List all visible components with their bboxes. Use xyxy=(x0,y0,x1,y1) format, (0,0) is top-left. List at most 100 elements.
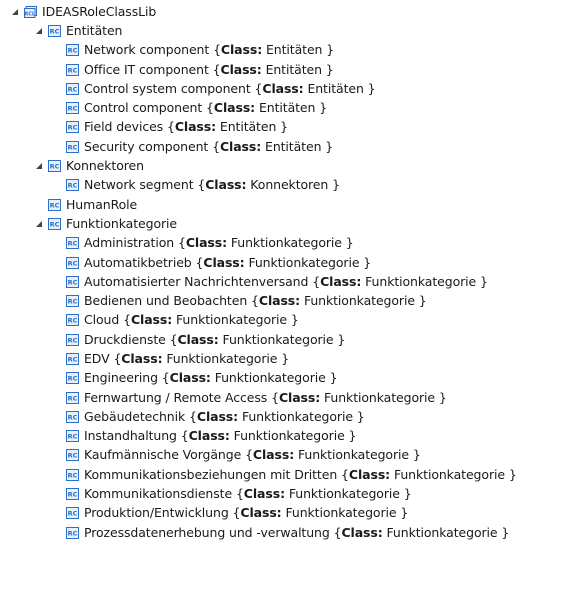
expand-collapse-toggle-icon[interactable] xyxy=(34,217,44,231)
class-brace-open: { xyxy=(166,119,175,135)
role-class-icon: RC xyxy=(66,237,79,250)
role-class-tree: RCL IDEASRoleClassLib RC Entitäten RC Network… xyxy=(0,2,568,542)
svg-text:RC: RC xyxy=(68,529,78,537)
parent-class-name: Funktionkategorie } xyxy=(303,293,427,309)
parent-class-name: Funktionkategorie } xyxy=(288,486,412,502)
role-class-icon: RC xyxy=(66,333,79,346)
tree-node-role-class[interactable]: RC Control system component {Class: Entit… xyxy=(0,79,568,98)
tree-node-group[interactable]: RC HumanRole xyxy=(0,195,568,214)
svg-text:RC: RC xyxy=(68,278,78,286)
parent-class-name: Entitäten } xyxy=(258,100,328,116)
expand-collapse-toggle-icon[interactable] xyxy=(34,24,44,38)
tree-node-group[interactable]: RC Entitäten xyxy=(0,21,568,40)
svg-text:RC: RC xyxy=(68,105,78,113)
group-label: Konnektoren xyxy=(66,158,144,174)
tree-node-role-class[interactable]: RC Field devices {Class: Entitäten } xyxy=(0,118,568,137)
role-class-label: Field devices {Class: Entitäten } xyxy=(84,119,288,135)
role-class-name: Automatikbetrieb xyxy=(84,254,196,270)
role-class-icon: RC xyxy=(66,102,79,115)
role-class-name: Instandhaltung xyxy=(84,428,181,444)
parent-class-name: Funktionkategorie } xyxy=(176,312,299,328)
role-class-name: Fernwartung / Remote Access xyxy=(84,389,272,405)
role-class-icon: RC xyxy=(66,82,79,95)
tree-node-role-class[interactable]: RC Control component {Class: Entitäten } xyxy=(0,98,568,117)
role-class-icon: RC xyxy=(66,449,79,462)
class-prefix: Class: xyxy=(219,138,262,154)
class-brace-open: { xyxy=(213,42,221,58)
tree-node-role-class[interactable]: RC Automatisierter Nachrichtenversand {Cl… xyxy=(0,272,568,291)
role-class-label: Network component {Class: Entitäten } xyxy=(84,42,334,58)
role-class-icon: RC xyxy=(66,488,79,501)
root-label-text: IDEASRoleClassLib xyxy=(42,3,157,19)
tree-node-role-class[interactable]: RC Prozessdatenerhebung und -verwaltung {… xyxy=(0,523,568,542)
tree-node-role-class[interactable]: RC Instandhaltung {Class: Funktionkategor… xyxy=(0,427,568,446)
parent-class-name: Konnektoren } xyxy=(250,177,340,193)
role-class-label: Instandhaltung {Class: Funktionkategorie… xyxy=(84,428,356,444)
role-class-name: Engineering xyxy=(84,370,162,386)
class-prefix: Class: xyxy=(174,119,217,135)
tree-node-role-class[interactable]: RC Automatikbetrieb {Class: Funktionkateg… xyxy=(0,253,568,272)
expand-collapse-toggle-icon[interactable] xyxy=(10,5,20,19)
role-class-lib-icon: RCL xyxy=(24,5,37,18)
tree-node-role-class[interactable]: RC Gebäudetechnik {Class: Funktionkategor… xyxy=(0,407,568,426)
class-prefix: Class: xyxy=(278,389,321,405)
parent-class-name: Funktionkategorie } xyxy=(233,428,357,444)
role-class-icon: RC xyxy=(48,217,61,230)
tree-node-group[interactable]: RC Konnektoren xyxy=(0,156,568,175)
role-class-icon: RC xyxy=(66,468,79,481)
parent-class-name: Funktionkategorie } xyxy=(222,331,346,347)
role-class-icon: RC xyxy=(66,140,79,153)
role-class-name: Field devices xyxy=(84,119,167,135)
class-brace-open: { xyxy=(341,466,349,482)
group-label-text: Konnektoren xyxy=(66,158,144,174)
class-prefix: Class: xyxy=(177,331,219,347)
class-prefix: Class: xyxy=(240,505,282,521)
parent-class-name: Funktionkategorie } xyxy=(214,370,338,386)
tree-node-role-class[interactable]: RC Kommunikationsbeziehungen mit Dritten … xyxy=(0,465,568,484)
parent-class-name: Funktionkategorie } xyxy=(393,466,517,482)
role-class-icon: RC xyxy=(66,372,79,385)
tree-node-role-class[interactable]: RC EDV {Class: Funktionkategorie } xyxy=(0,349,568,368)
tree-node-role-class[interactable]: RC Druckdienste {Class: Funktionkategorie… xyxy=(0,330,568,349)
tree-node-role-class[interactable]: RC Cloud {Class: Funktionkategorie } xyxy=(0,311,568,330)
class-prefix: Class: xyxy=(121,350,163,366)
svg-text:RC: RC xyxy=(68,413,78,421)
tree-node-role-class[interactable]: RC Kaufmännische Vorgänge {Class: Funktio… xyxy=(0,446,568,465)
role-class-icon: RC xyxy=(66,314,79,327)
tree-node-group[interactable]: RC Funktionkategorie xyxy=(0,214,568,233)
role-class-name: Automatisierter Nachrichtenversand xyxy=(84,273,313,289)
role-class-label: Office IT component {Class: Entitäten } xyxy=(84,62,334,78)
tree-node-role-class[interactable]: RC Kommunikationsdienste {Class: Funktion… xyxy=(0,484,568,503)
tree-node-role-class[interactable]: RC Produktion/Entwicklung {Class: Funktio… xyxy=(0,504,568,523)
tree-node-root[interactable]: RCL IDEASRoleClassLib xyxy=(0,2,568,21)
svg-text:RC: RC xyxy=(68,510,78,518)
role-class-label: Control component {Class: Entitäten } xyxy=(84,100,327,116)
role-class-label: Kaufmännische Vorgänge {Class: Funktionk… xyxy=(84,447,421,463)
class-prefix: Class: xyxy=(252,447,295,463)
role-class-label: Engineering {Class: Funktionkategorie } xyxy=(84,370,338,386)
tree-node-role-class[interactable]: RC Bedienen und Beobachten {Class: Funkti… xyxy=(0,291,568,310)
class-prefix: Class: xyxy=(220,61,262,77)
role-class-icon: RC xyxy=(48,198,61,211)
role-class-name: Produktion/Entwicklung xyxy=(84,505,233,521)
tree-node-role-class[interactable]: RC Engineering {Class: Funktionkategorie … xyxy=(0,369,568,388)
parent-class-name: Entitäten } xyxy=(219,119,289,135)
group-label: Funktionkategorie xyxy=(66,216,177,232)
tree-node-role-class[interactable]: RC Administration {Class: Funktionkategor… xyxy=(0,234,568,253)
role-class-label: Network segment {Class: Konnektoren } xyxy=(84,177,340,193)
role-class-name: Network component xyxy=(84,42,214,58)
parent-class-name: Entitäten } xyxy=(307,80,376,96)
class-brace-open: { xyxy=(189,408,197,424)
tree-node-role-class[interactable]: RC Network component {Class: Entitäten } xyxy=(0,41,568,60)
tree-node-role-class[interactable]: RC Security component {Class: Entitäten } xyxy=(0,137,568,156)
parent-class-name: Funktionkategorie } xyxy=(248,254,372,270)
expand-collapse-toggle-icon[interactable] xyxy=(34,159,44,173)
role-class-icon: RC xyxy=(66,63,79,76)
role-class-icon: RC xyxy=(66,256,79,269)
group-label-text: HumanRole xyxy=(66,196,138,212)
tree-node-role-class[interactable]: RC Fernwartung / Remote Access {Class: Fu… xyxy=(0,388,568,407)
class-prefix: Class: xyxy=(262,80,304,96)
group-label-text: Funktionkategorie xyxy=(66,215,177,231)
tree-node-role-class[interactable]: RC Office IT component {Class: Entitäten … xyxy=(0,60,568,79)
tree-node-role-class[interactable]: RC Network segment {Class: Konnektoren } xyxy=(0,176,568,195)
